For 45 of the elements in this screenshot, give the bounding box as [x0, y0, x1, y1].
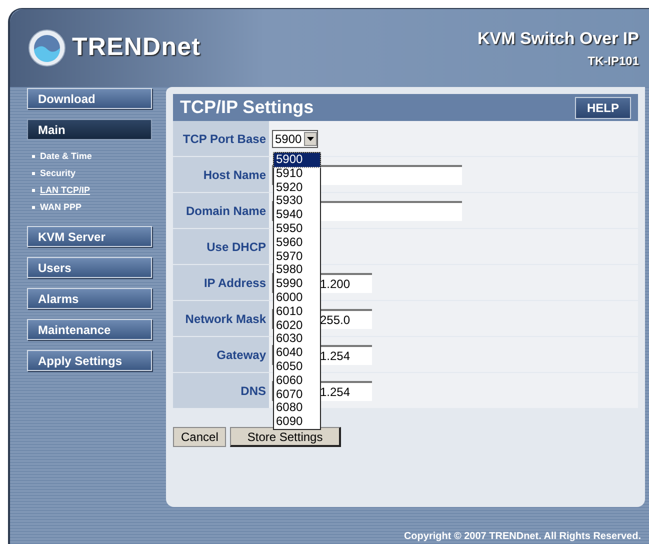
dropdown-option[interactable]: 6090 — [274, 415, 320, 429]
bullet-icon — [32, 155, 35, 158]
bullet-icon — [32, 206, 35, 209]
model-name: TK-IP101 — [588, 52, 639, 70]
copyright-text: Copyright © 2007 TRENDnet. All Rights Reserved. — [404, 530, 641, 544]
dropdown-option[interactable]: 5910 — [274, 166, 320, 181]
submenu-link[interactable]: WAN PPP — [40, 200, 82, 214]
menu-button[interactable]: Alarms — [27, 288, 152, 309]
dropdown-option[interactable]: 5930 — [274, 194, 320, 208]
dropdown-option[interactable]: 6040 — [274, 346, 320, 360]
menu-button[interactable]: Apply Settings — [27, 350, 152, 371]
help-button[interactable]: HELP — [574, 96, 631, 118]
field-label: Use DHCP — [173, 229, 269, 264]
dropdown-option[interactable]: 5990 — [274, 277, 320, 291]
dropdown-option[interactable]: 6070 — [274, 388, 320, 402]
dropdown-option[interactable]: 5950 — [274, 222, 320, 236]
bullet-icon — [32, 189, 35, 192]
dropdown-option[interactable]: 6080 — [274, 401, 320, 416]
form-button[interactable]: Cancel — [173, 427, 226, 447]
dropdown-option[interactable]: 5940 — [274, 208, 320, 222]
port-select[interactable]: 5900 — [272, 130, 318, 148]
menu-button[interactable]: Users — [27, 257, 152, 278]
menu-button[interactable]: Maintenance — [27, 319, 152, 340]
brand-logo: TRENDnet — [72, 32, 201, 64]
dropdown-option[interactable]: 6000 — [274, 290, 320, 305]
field-label: Network Mask — [173, 301, 269, 336]
globe-icon — [28, 29, 66, 67]
field-label: Host Name — [173, 157, 269, 192]
dropdown-option[interactable]: 5900 — [274, 153, 320, 167]
bullet-icon — [32, 172, 35, 175]
field-label: IP Address — [173, 265, 269, 300]
menu-button[interactable]: KVM Server — [27, 226, 152, 247]
field-label: TCP Port Base — [173, 121, 269, 156]
menu-button[interactable]: Main — [27, 119, 152, 140]
form-button[interactable]: Store Settings — [230, 427, 341, 447]
field-label: Gateway — [173, 337, 269, 372]
field-label: Domain Name — [173, 193, 269, 228]
menu-button[interactable]: Download — [27, 88, 152, 109]
dropdown-option[interactable]: 5970 — [274, 250, 320, 264]
dropdown-option[interactable]: 5920 — [274, 180, 320, 194]
panel-title: TCP/IP Settings — [180, 96, 314, 119]
field-label: DNS — [173, 373, 269, 408]
dropdown-option[interactable]: 5960 — [274, 236, 320, 250]
dropdown-option[interactable]: 6030 — [274, 332, 320, 346]
product-title: KVM Switch Over IP — [477, 28, 639, 50]
